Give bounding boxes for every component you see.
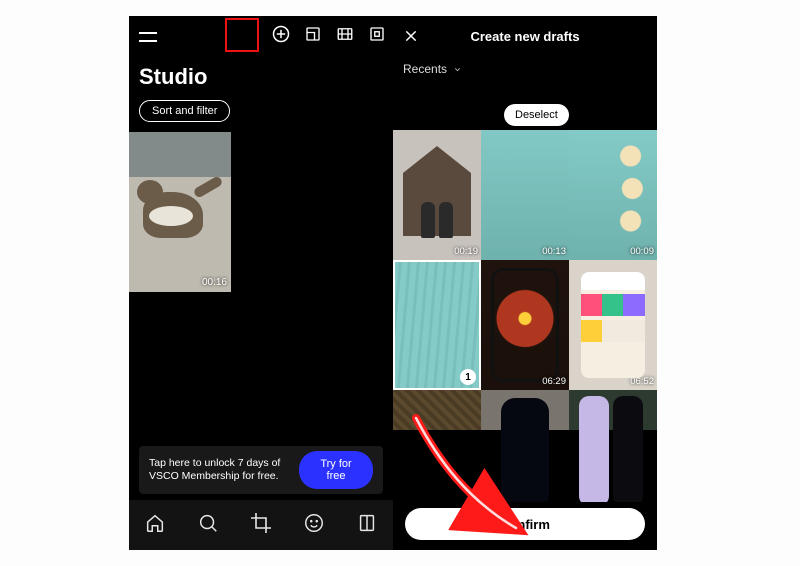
screen-title: Create new drafts [393, 29, 657, 44]
profile-icon[interactable] [356, 512, 378, 539]
drafts-topbar: Create new drafts [393, 16, 657, 56]
menu-icon[interactable] [139, 30, 157, 42]
media-grid: 00:19 00:13 00:09 1 06:29 06:52 [393, 130, 657, 502]
sort-filter-button[interactable]: Sort and filter [139, 100, 230, 122]
film-icon[interactable] [335, 24, 355, 44]
close-icon[interactable] [403, 28, 419, 44]
album-label: Recents [403, 62, 447, 76]
media-thumbnail[interactable]: 00:19 [393, 130, 481, 260]
add-icon[interactable] [271, 24, 291, 44]
studio-screen: Studio Sort and filter 00:16 Tap here to… [129, 16, 393, 550]
media-thumbnail[interactable] [481, 390, 569, 430]
bottom-tab-bar [129, 500, 393, 550]
page-title: Studio [129, 60, 393, 96]
media-thumbnail[interactable] [569, 390, 657, 430]
media-thumbnail-selected[interactable]: 1 [393, 260, 481, 390]
deselect-button[interactable]: Deselect [504, 104, 569, 126]
album-picker[interactable]: Recents [393, 56, 657, 86]
membership-promo: Tap here to unlock 7 days of VSCO Member… [139, 446, 383, 494]
selection-badge: 1 [460, 369, 476, 385]
home-icon[interactable] [144, 512, 166, 539]
media-thumbnail[interactable]: 06:29 [481, 260, 569, 390]
crop-icon[interactable] [249, 511, 273, 540]
chevron-down-icon [453, 65, 462, 74]
create-drafts-screen: Create new drafts Recents Deselect 00:19… [393, 16, 657, 550]
search-icon[interactable] [197, 512, 219, 539]
draft-thumbnail[interactable]: 00:16 [129, 132, 231, 292]
media-thumbnail[interactable] [393, 390, 481, 430]
duration-label: 00:16 [202, 277, 227, 288]
emoji-icon[interactable] [303, 512, 325, 539]
layers-icon[interactable] [303, 24, 323, 44]
media-thumbnail[interactable]: 00:09 [569, 130, 657, 260]
highlight-annotation [225, 18, 259, 52]
montage-icon[interactable] [367, 24, 387, 44]
confirm-button[interactable]: Confirm [405, 508, 645, 540]
media-thumbnail[interactable]: 00:13 [481, 130, 569, 260]
promo-text: Tap here to unlock 7 days of VSCO Member… [149, 457, 299, 483]
media-thumbnail[interactable]: 06:52 [569, 260, 657, 390]
studio-topbar [129, 16, 393, 60]
try-free-button[interactable]: Try for free [299, 451, 373, 489]
